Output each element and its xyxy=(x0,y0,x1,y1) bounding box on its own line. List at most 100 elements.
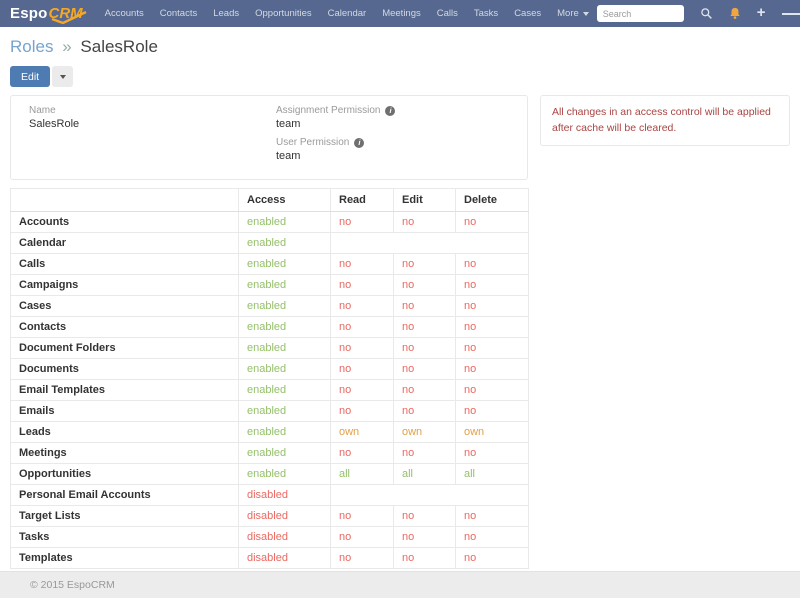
search-icon[interactable] xyxy=(700,7,713,20)
table-row: Leads enabled own own own xyxy=(10,421,529,443)
edit-cell: no xyxy=(393,295,456,317)
access-cell: enabled xyxy=(238,232,331,254)
edit-cell: no xyxy=(393,505,456,527)
nav-item-leads[interactable]: Leads xyxy=(205,0,247,27)
scope-cell: Opportunities xyxy=(10,463,239,485)
table-row: Emails enabled no no no xyxy=(10,400,529,422)
read-cell: no xyxy=(330,379,394,401)
nav-item-accounts[interactable]: Accounts xyxy=(97,0,152,27)
read-cell: no xyxy=(330,526,394,548)
delete-cell: own xyxy=(455,421,529,443)
edit-cell: no xyxy=(393,547,456,569)
table-row: Documents enabled no no no xyxy=(10,358,529,380)
menu-hamburger-icon[interactable] xyxy=(781,11,800,16)
scope-cell: Cases xyxy=(10,295,239,317)
header-read: Read xyxy=(330,188,394,212)
access-cell: enabled xyxy=(238,211,331,233)
table-row: Opportunities enabled all all all xyxy=(10,463,529,485)
navbar: Espo CRM Accounts Contacts Leads Opportunit… xyxy=(0,0,800,27)
delete-cell: no xyxy=(455,274,529,296)
nav-item-meetings[interactable]: Meetings xyxy=(374,0,429,27)
edit-cell: no xyxy=(393,379,456,401)
assignment-permission-value: team xyxy=(276,118,301,130)
edit-cell: no xyxy=(393,526,456,548)
info-icon[interactable]: i xyxy=(354,137,365,148)
notifications-bell-icon[interactable] xyxy=(729,7,741,20)
name-label: Name xyxy=(29,105,56,116)
header-delete: Delete xyxy=(455,188,529,212)
delete-cell: no xyxy=(455,316,529,338)
delete-cell: no xyxy=(455,400,529,422)
breadcrumb-roles-link[interactable]: Roles xyxy=(10,37,53,56)
actions-dropdown-button[interactable] xyxy=(52,66,74,87)
delete-cell: no xyxy=(455,526,529,548)
read-cell: own xyxy=(330,421,394,443)
page-footer: © 2015 EspoCRM xyxy=(0,571,800,598)
overview-panel: Name SalesRole Assignment Permission i t… xyxy=(10,95,528,180)
search-input[interactable] xyxy=(596,5,684,22)
scope-cell: Calls xyxy=(10,253,239,275)
edit-cell: no xyxy=(393,274,456,296)
access-cell: enabled xyxy=(238,463,331,485)
nav-item-more[interactable]: More xyxy=(549,0,597,27)
edit-button[interactable]: Edit xyxy=(10,66,51,87)
nav-item-contacts[interactable]: Contacts xyxy=(152,0,206,27)
user-permission-label: User Permission xyxy=(276,137,350,148)
table-row: Target Lists disabled no no no xyxy=(10,505,529,527)
name-value: SalesRole xyxy=(29,118,80,130)
info-icon[interactable]: i xyxy=(385,105,396,116)
nav-item-cases[interactable]: Cases xyxy=(506,0,549,27)
delete-cell: all xyxy=(455,463,529,485)
access-cell: enabled xyxy=(238,400,331,422)
access-cell: disabled xyxy=(238,526,331,548)
table-row: Contacts enabled no no no xyxy=(10,316,529,338)
edit-cell: no xyxy=(393,337,456,359)
nav-item-tasks[interactable]: Tasks xyxy=(466,0,506,27)
table-row: Campaigns enabled no no no xyxy=(10,274,529,296)
edit-cell: no xyxy=(393,358,456,380)
nav-item-calendar[interactable]: Calendar xyxy=(320,0,375,27)
access-table-body: Accounts enabled no no no Calendar enabled Call… xyxy=(10,211,529,569)
nav-more-label: More xyxy=(557,8,579,19)
cache-notice-panel: All changes in an access control will be… xyxy=(540,95,790,146)
read-cell: no xyxy=(330,337,394,359)
access-cell: enabled xyxy=(238,442,331,464)
table-row: Document Folders enabled no no no xyxy=(10,337,529,359)
espocrm-logo[interactable]: Espo CRM xyxy=(10,5,87,24)
scope-cell: Meetings xyxy=(10,442,239,464)
read-cell: no xyxy=(330,547,394,569)
breadcrumb-separator: » xyxy=(62,37,72,56)
table-row: Email Templates enabled no no no xyxy=(10,379,529,401)
delete-cell: no xyxy=(455,505,529,527)
access-cell: enabled xyxy=(238,379,331,401)
empty-actions-cell xyxy=(330,484,529,506)
nav-item-calls[interactable]: Calls xyxy=(429,0,466,27)
table-row: Calls enabled no no no xyxy=(10,253,529,275)
table-row: Cases enabled no no no xyxy=(10,295,529,317)
copyright-text: © 2015 EspoCRM xyxy=(30,579,115,591)
read-cell: no xyxy=(330,442,394,464)
edit-cell: no xyxy=(393,442,456,464)
read-cell: no xyxy=(330,211,394,233)
read-cell: no xyxy=(330,316,394,338)
cache-notice-text: All changes in an access control will be… xyxy=(552,106,771,135)
edit-cell: own xyxy=(393,421,456,443)
delete-cell: no xyxy=(455,442,529,464)
delete-cell: no xyxy=(455,211,529,233)
delete-cell: no xyxy=(455,379,529,401)
table-row: Calendar enabled xyxy=(10,232,529,254)
edit-cell: no xyxy=(393,211,456,233)
scope-cell: Contacts xyxy=(10,316,239,338)
access-cell: enabled xyxy=(238,337,331,359)
access-cell: disabled xyxy=(238,547,331,569)
scope-cell: Templates xyxy=(10,547,239,569)
scope-cell: Leads xyxy=(10,421,239,443)
scope-cell: Emails xyxy=(10,400,239,422)
main-content: Roles » SalesRole Edit Name SalesRole As… xyxy=(0,37,800,569)
table-row: Accounts enabled no no no xyxy=(10,211,529,233)
quick-create-plus-icon[interactable]: + xyxy=(757,5,766,20)
chevron-down-icon xyxy=(582,11,589,16)
nav-item-opportunities[interactable]: Opportunities xyxy=(247,0,320,27)
edit-cell: no xyxy=(393,400,456,422)
toolbar: Edit xyxy=(10,66,790,87)
